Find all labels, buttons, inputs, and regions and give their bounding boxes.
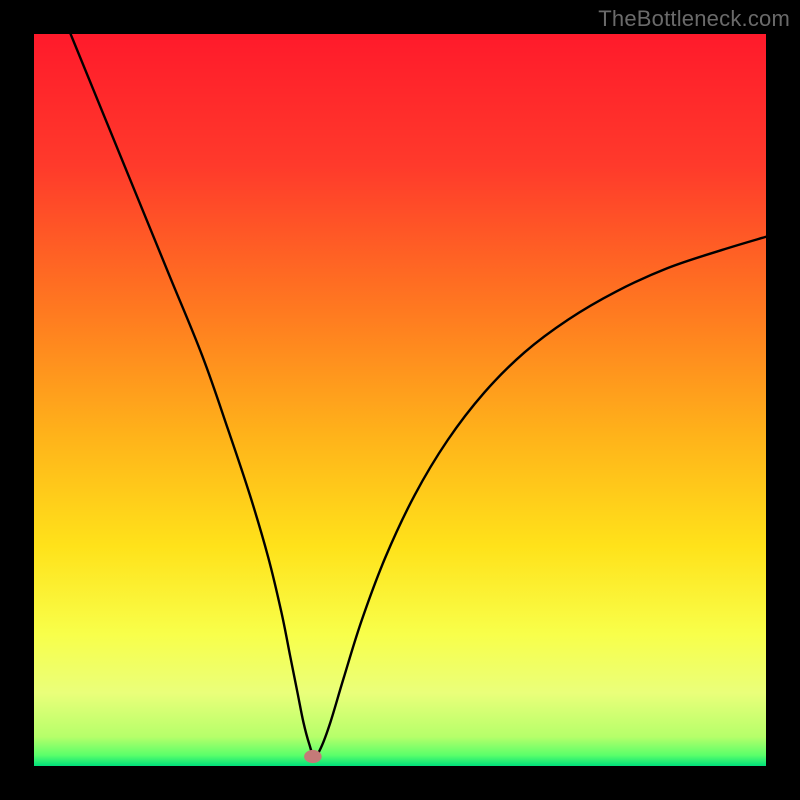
watermark-text: TheBottleneck.com: [598, 6, 790, 32]
bottleneck-chart: [34, 34, 766, 766]
min-marker: [304, 750, 322, 763]
chart-background-gradient: [34, 34, 766, 766]
chart-frame: [34, 34, 766, 766]
